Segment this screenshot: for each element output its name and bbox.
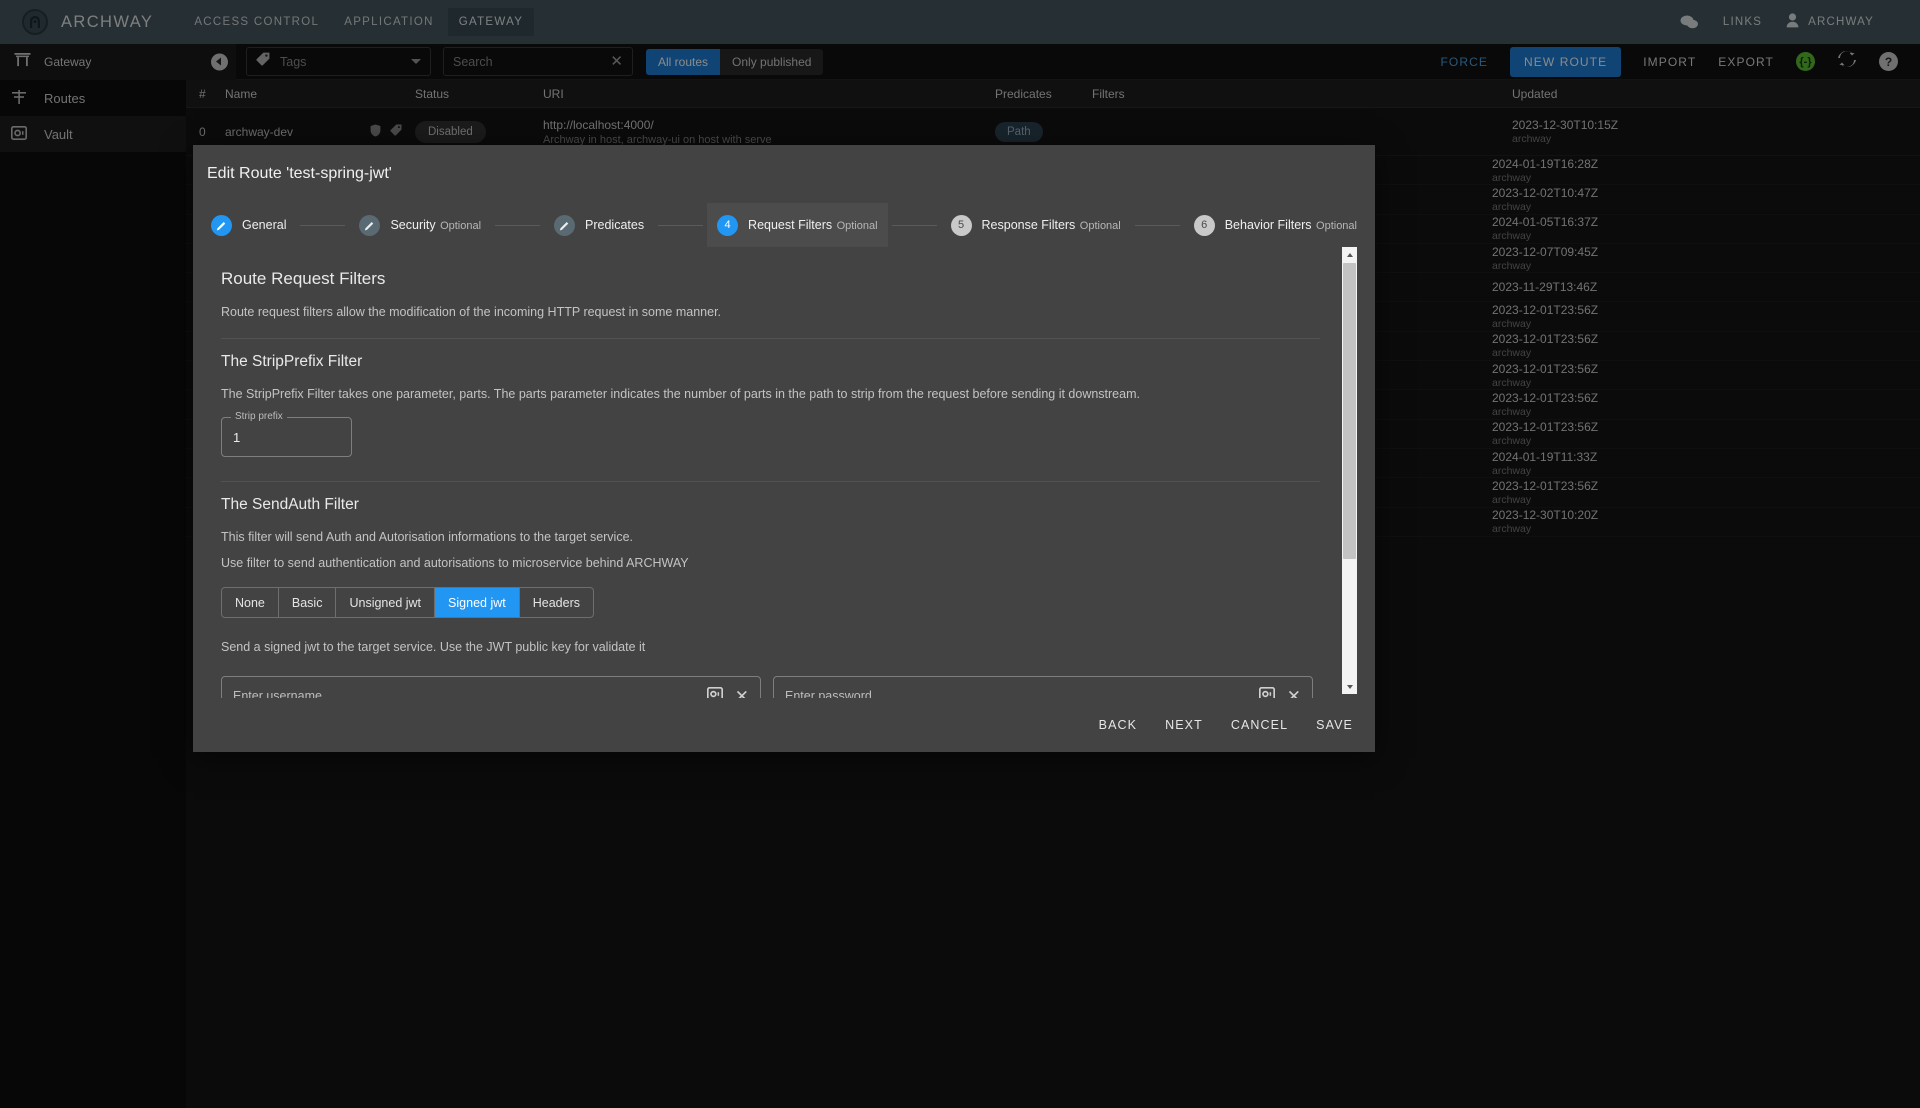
send-auth-option-none[interactable]: None [222, 588, 279, 617]
dialog-footer: BACK NEXT CANCEL SAVE [193, 698, 1375, 752]
step-general[interactable]: General [201, 207, 296, 244]
section-heading: Route Request Filters [221, 269, 386, 288]
back-button[interactable]: BACK [1099, 718, 1137, 732]
send-auth-option-signed-jwt[interactable]: Signed jwt [435, 588, 520, 617]
wizard-stepper: General Security Optional Predicates 4 R… [193, 203, 1375, 247]
strip-prefix-input[interactable]: Strip prefix 1 [221, 411, 352, 457]
dialog-scrollbar[interactable] [1342, 247, 1357, 694]
cancel-button[interactable]: CANCEL [1231, 718, 1288, 732]
send-auth-option-headers[interactable]: Headers [520, 588, 593, 617]
strip-prefix-title: The StripPrefix Filter [221, 353, 363, 370]
section-intro: Route request filters allow the modifica… [221, 305, 722, 319]
save-button[interactable]: SAVE [1316, 718, 1353, 732]
send-auth-description-2: Use filter to send authentication and au… [221, 556, 689, 570]
edit-route-dialog: Edit Route 'test-spring-jwt' General Sec… [193, 145, 1375, 752]
step-request-filters-label: Request Filters [748, 218, 833, 232]
send-auth-title: The SendAuth Filter [221, 496, 359, 513]
vault-icon[interactable] [706, 686, 723, 698]
strip-prefix-value: 1 [233, 429, 241, 445]
step-security[interactable]: Security Optional [349, 207, 491, 244]
step-predicates-label: Predicates [585, 218, 645, 232]
step-behavior-filters-sub: Optional [1316, 220, 1357, 232]
send-auth-description-1: This filter will send Auth and Autorisat… [221, 530, 634, 544]
clear-username-icon[interactable]: ✕ [735, 688, 749, 699]
step-connector [300, 224, 346, 226]
step-response-filters[interactable]: 5 Response Filters Optional [941, 207, 1131, 244]
step-security-label: Security [390, 218, 436, 232]
step-response-filters-label: Response Filters [981, 218, 1076, 232]
username-field[interactable]: Enter username ✕ [221, 676, 761, 698]
step-predicates[interactable]: Predicates [544, 207, 654, 244]
password-field[interactable]: Enter password ✕ [773, 676, 1313, 698]
vault-icon[interactable] [1258, 686, 1275, 698]
dialog-scroll-content: Route Request Filters Route request filt… [193, 247, 1340, 698]
step-number-badge: 4 [717, 214, 739, 236]
step-behavior-filters[interactable]: 6 Behavior Filters Optional [1184, 207, 1367, 244]
scroll-up-icon[interactable] [1342, 247, 1357, 262]
step-number-badge: 6 [1193, 214, 1215, 236]
edit-pencil-icon [211, 214, 232, 236]
send-auth-option-unsigned-jwt[interactable]: Unsigned jwt [336, 588, 436, 617]
send-auth-mode-group: None Basic Unsigned jwt Signed jwt Heade… [221, 587, 594, 618]
send-auth-hint: Send a signed jwt to the target service.… [221, 640, 646, 654]
clear-password-icon[interactable]: ✕ [1287, 688, 1301, 699]
step-connector [495, 224, 541, 226]
step-security-sub: Optional [440, 220, 482, 232]
step-general-label: General [242, 218, 287, 232]
divider [221, 338, 1320, 339]
scrollbar-thumb[interactable] [1343, 263, 1356, 559]
step-response-filters-sub: Optional [1079, 220, 1121, 232]
dialog-title: Edit Route 'test-spring-jwt' [207, 165, 392, 182]
strip-prefix-description: The StripPrefix Filter takes one paramet… [221, 387, 1140, 401]
step-behavior-filters-label: Behavior Filters [1224, 218, 1312, 232]
password-placeholder: Enter password [785, 689, 872, 698]
divider [221, 481, 1320, 482]
step-connector [1134, 224, 1180, 226]
edit-pencil-icon [359, 214, 381, 236]
credentials-row: Enter username ✕ Enter password ✕ [221, 676, 1320, 698]
step-number-badge: 5 [950, 214, 972, 236]
send-auth-option-basic[interactable]: Basic [279, 588, 337, 617]
step-request-filters[interactable]: 4 Request Filters Optional [707, 203, 888, 247]
scroll-down-icon[interactable] [1342, 679, 1357, 694]
step-request-filters-sub: Optional [836, 220, 878, 232]
step-connector [658, 224, 704, 226]
edit-pencil-icon [554, 214, 576, 236]
next-button[interactable]: NEXT [1165, 718, 1203, 732]
strip-prefix-label: Strip prefix [231, 411, 287, 422]
username-placeholder: Enter username [233, 689, 322, 698]
step-connector [891, 224, 937, 226]
